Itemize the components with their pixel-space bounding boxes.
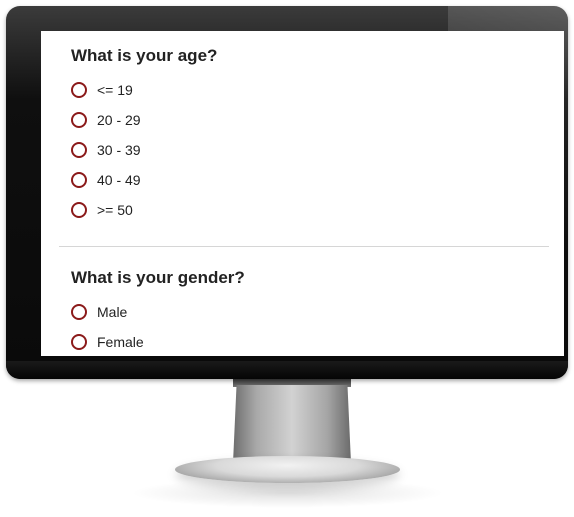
radio-icon[interactable]	[71, 82, 87, 98]
age-option-label: >= 50	[97, 202, 133, 218]
gender-question: What is your gender? Male Female	[71, 268, 245, 356]
monitor-stand	[233, 385, 351, 463]
age-option-label: 20 - 29	[97, 112, 141, 128]
age-option-40-49[interactable]: 40 - 49	[71, 165, 217, 195]
radio-icon[interactable]	[71, 112, 87, 128]
radio-icon[interactable]	[71, 202, 87, 218]
age-option-30-39[interactable]: 30 - 39	[71, 135, 217, 165]
age-option-over-50[interactable]: >= 50	[71, 195, 217, 225]
monitor-screen: What is your age? <= 19 20 - 29 30 - 39 …	[41, 31, 564, 356]
gender-option-female[interactable]: Female	[71, 327, 245, 356]
radio-icon[interactable]	[71, 172, 87, 188]
radio-icon[interactable]	[71, 304, 87, 320]
age-question: What is your age? <= 19 20 - 29 30 - 39 …	[71, 46, 217, 225]
age-option-label: 40 - 49	[97, 172, 141, 188]
monitor-chin	[6, 361, 568, 379]
gender-question-title: What is your gender?	[71, 268, 245, 287]
age-question-title: What is your age?	[71, 46, 218, 65]
age-option-label: 30 - 39	[97, 142, 141, 158]
age-option-under-19[interactable]: <= 19	[71, 75, 217, 105]
gender-option-label: Female	[97, 334, 144, 350]
gender-option-label: Male	[97, 304, 128, 320]
section-divider	[59, 246, 549, 247]
age-option-label: <= 19	[97, 82, 133, 98]
gender-option-male[interactable]: Male	[71, 297, 245, 327]
monitor-base	[175, 456, 400, 483]
monitor-bezel: What is your age? <= 19 20 - 29 30 - 39 …	[6, 6, 568, 379]
radio-icon[interactable]	[71, 334, 87, 350]
radio-icon[interactable]	[71, 142, 87, 158]
age-option-20-29[interactable]: 20 - 29	[71, 105, 217, 135]
